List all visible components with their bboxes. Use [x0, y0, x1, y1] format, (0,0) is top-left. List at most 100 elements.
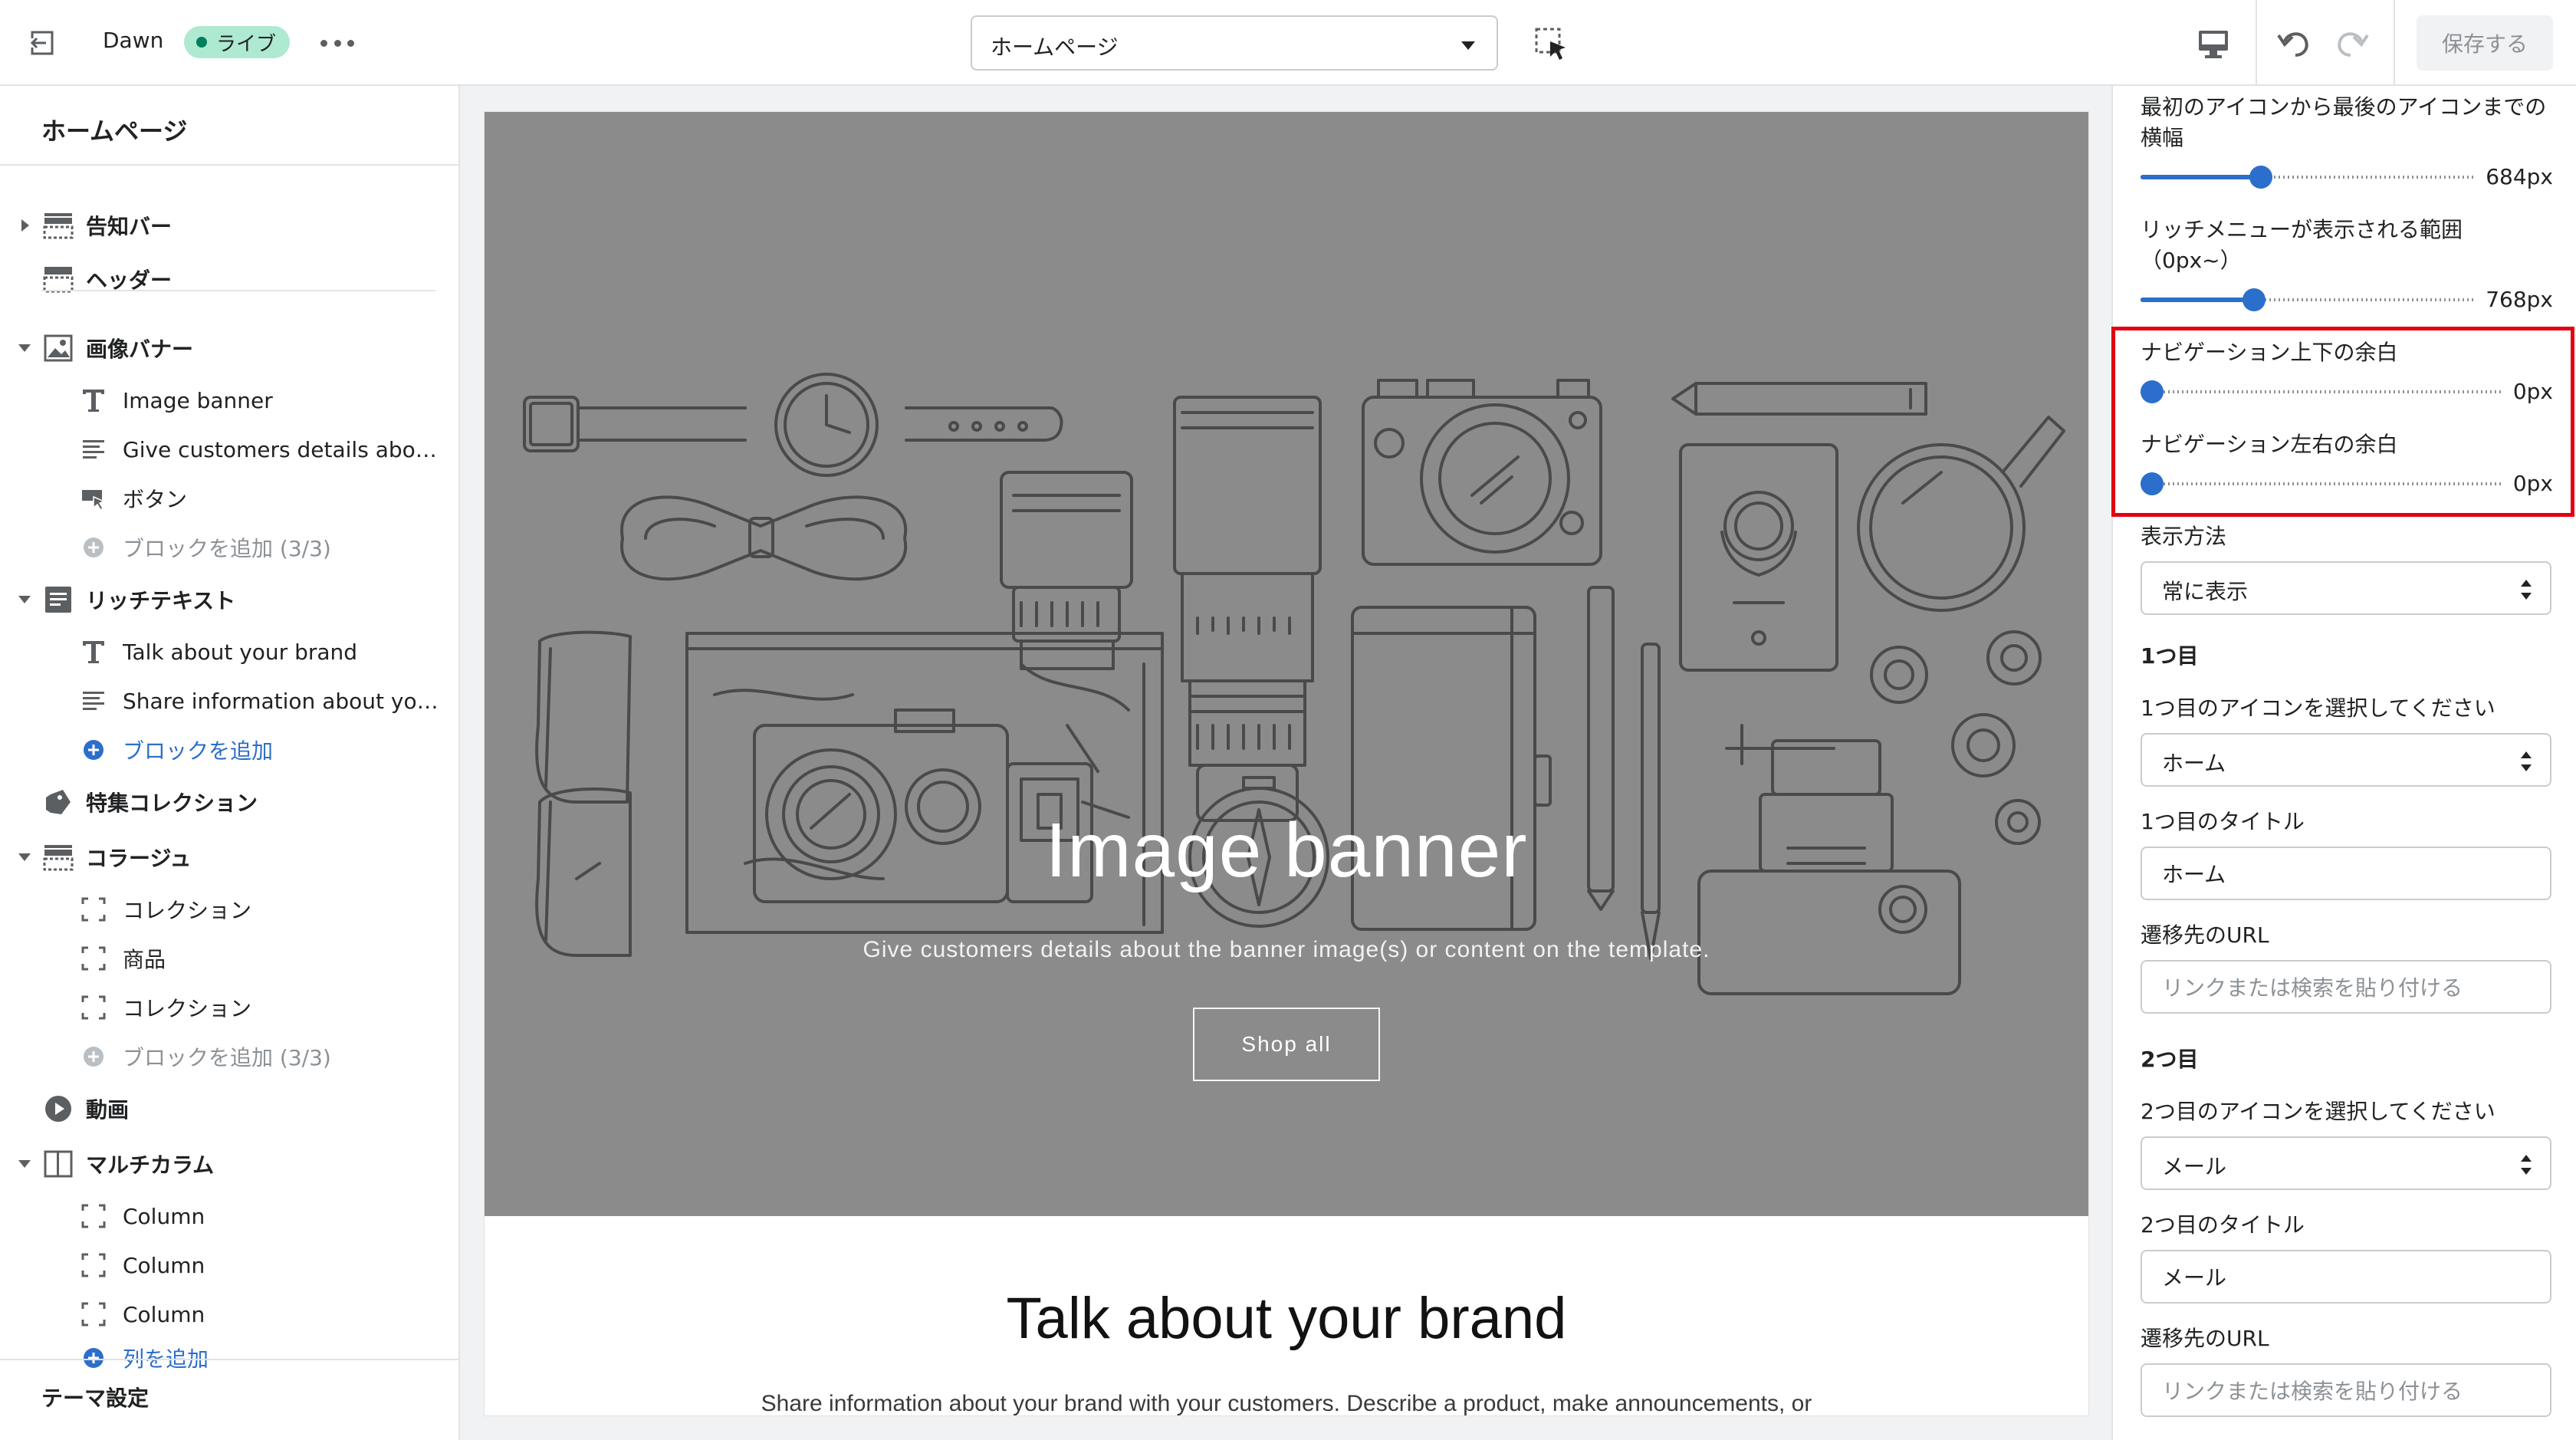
plus-circle-icon: [78, 1041, 109, 1072]
display-mode-select[interactable]: 常に表示: [2141, 561, 2551, 615]
image-banner[interactable]: Image banner Give customers details abou…: [485, 112, 2088, 1216]
divider: [0, 1359, 458, 1360]
block-item[interactable]: コレクション: [0, 983, 458, 1032]
image-icon: [41, 331, 75, 365]
sidebar-item-featured-collection[interactable]: 特集コレクション: [0, 778, 458, 827]
collage-icon: [41, 840, 75, 874]
sidebar-item-collage[interactable]: コラージュ: [0, 833, 458, 882]
block-label: コレクション: [123, 996, 252, 1021]
status-dot-icon: [196, 37, 207, 48]
rich-menu-range-label-2: （0px~）: [2141, 248, 2242, 273]
page-select[interactable]: ホームページ: [971, 15, 1498, 71]
slider-fill: [2141, 298, 2254, 302]
slider-handle[interactable]: [2249, 166, 2272, 189]
desktop-icon[interactable]: [2194, 25, 2233, 63]
sidebar-item-image-banner[interactable]: 画像バナー: [0, 324, 458, 373]
theme-name: Dawn: [103, 28, 164, 53]
add-column-button[interactable]: 列を追加: [0, 1339, 458, 1377]
heading-icon: [78, 636, 109, 667]
second-icon-select[interactable]: メール: [2141, 1136, 2551, 1190]
slider-handle[interactable]: [2141, 380, 2164, 403]
first-url-input[interactable]: リンクまたは検索を貼り付ける: [2141, 960, 2551, 1014]
more-actions-icon[interactable]: [320, 28, 354, 58]
announcement-bar-icon: [41, 209, 75, 242]
block-item[interactable]: ボタン: [0, 474, 458, 523]
add-block-button[interactable]: ブロックを追加: [0, 725, 458, 774]
sidebar-item-label: コラージュ: [86, 846, 192, 871]
plus-circle-icon: [78, 1343, 109, 1373]
block-item[interactable]: Share information about your b...: [0, 676, 458, 725]
add-block-button[interactable]: ブロックを追加 (3/3): [0, 523, 458, 572]
slider-track: [2141, 482, 2501, 485]
theme-settings-link[interactable]: テーマ設定: [41, 1382, 149, 1412]
sidebar-item-video[interactable]: 動画: [0, 1084, 458, 1133]
sidebar-item-label: 特集コレクション: [86, 791, 258, 816]
sections-sidebar: ホームページ 告知バー ヘッダー 画像バナー Image banner Give…: [0, 86, 460, 1440]
text-lines-icon: [78, 685, 109, 716]
sidebar-item-label: リッチテキスト: [86, 588, 236, 613]
nav-horizontal-padding-slider[interactable]: [2141, 472, 2501, 495]
chevron-down-icon[interactable]: [18, 1160, 31, 1168]
second-icon-label: 2つ目のアイコンを選択してください: [2141, 1099, 2496, 1124]
editor-topbar: Dawn ライブ ホームページ 保存する: [0, 0, 2576, 86]
rich-text-body: Share information about your brand with …: [761, 1391, 1812, 1415]
sidebar-item-multicolumn[interactable]: マルチカラム: [0, 1139, 458, 1188]
icon-width-value: 684px: [2486, 164, 2553, 189]
chevron-right-icon[interactable]: [21, 219, 29, 232]
rich-text-heading: Talk about your brand: [1006, 1286, 1567, 1351]
display-mode-label: 表示方法: [2141, 524, 2227, 549]
sidebar-item-header[interactable]: ヘッダー: [0, 255, 458, 304]
icon-width-label-2: 横幅: [2141, 125, 2184, 150]
icon-width-label: 最初のアイコンから最後のアイコンまでの: [2141, 94, 2547, 120]
banner-title: Image banner: [1045, 807, 1528, 893]
redo-icon[interactable]: [2331, 23, 2372, 64]
select-arrows-icon: [2521, 580, 2532, 600]
save-button[interactable]: 保存する: [2417, 15, 2553, 71]
undo-icon[interactable]: [2274, 23, 2315, 64]
slider-handle[interactable]: [2242, 288, 2266, 311]
block-item[interactable]: 商品: [0, 934, 458, 983]
shop-all-button[interactable]: Shop all: [1193, 1008, 1380, 1081]
toolbar-divider: [2256, 0, 2257, 84]
nav-vertical-padding-label: ナビゲーション上下の余白: [2141, 340, 2398, 365]
chevron-down-icon[interactable]: [18, 344, 31, 352]
chevron-down-icon[interactable]: [18, 853, 31, 861]
select-arrows-icon: [2521, 1155, 2532, 1175]
block-item[interactable]: Give customers details about t...: [0, 425, 458, 474]
plus-circle-icon: [78, 532, 109, 563]
slider-track: [2141, 390, 2501, 393]
sidebar-item-label: 動画: [86, 1097, 130, 1123]
block-label: コレクション: [123, 898, 252, 923]
first-icon-select[interactable]: ホーム: [2141, 733, 2551, 787]
play-icon: [41, 1092, 75, 1126]
preview-canvas: Image banner Give customers details abou…: [485, 112, 2088, 1415]
exit-icon[interactable]: [23, 23, 63, 63]
block-item[interactable]: Talk about your brand: [0, 627, 458, 676]
block-item[interactable]: Column: [0, 1241, 458, 1290]
block-item[interactable]: コレクション: [0, 885, 458, 934]
sidebar-item-announcement-bar[interactable]: 告知バー: [0, 201, 458, 250]
block-item[interactable]: Image banner: [0, 376, 458, 425]
icon-width-slider[interactable]: [2141, 166, 2475, 189]
add-block-button[interactable]: ブロックを追加 (3/3): [0, 1032, 458, 1081]
block-label: Talk about your brand: [123, 639, 358, 665]
rich-menu-range-slider[interactable]: [2141, 288, 2475, 311]
inspector-icon[interactable]: [1533, 26, 1570, 63]
slider-handle[interactable]: [2141, 472, 2164, 495]
block-label: Image banner: [123, 387, 273, 413]
chevron-down-icon: [1461, 41, 1475, 50]
block-label: Give customers details about t...: [123, 436, 445, 462]
status-badge: ライブ: [184, 26, 291, 58]
add-block-label: ブロックを追加 (3/3): [123, 1045, 331, 1070]
second-title-label: 2つ目のタイトル: [2141, 1212, 2305, 1238]
block-label: Column: [123, 1203, 205, 1229]
sidebar-item-rich-text[interactable]: リッチテキスト: [0, 575, 458, 624]
block-item[interactable]: Column: [0, 1290, 458, 1339]
nav-vertical-padding-slider[interactable]: [2141, 380, 2501, 403]
first-title-input[interactable]: ホーム: [2141, 847, 2551, 900]
second-url-input[interactable]: リンクまたは検索を貼り付ける: [2141, 1363, 2551, 1417]
second-title-input[interactable]: メール: [2141, 1250, 2551, 1304]
first-url-label: 遷移先のURL: [2141, 922, 2269, 948]
chevron-down-icon[interactable]: [18, 596, 31, 603]
block-item[interactable]: Column: [0, 1192, 458, 1241]
